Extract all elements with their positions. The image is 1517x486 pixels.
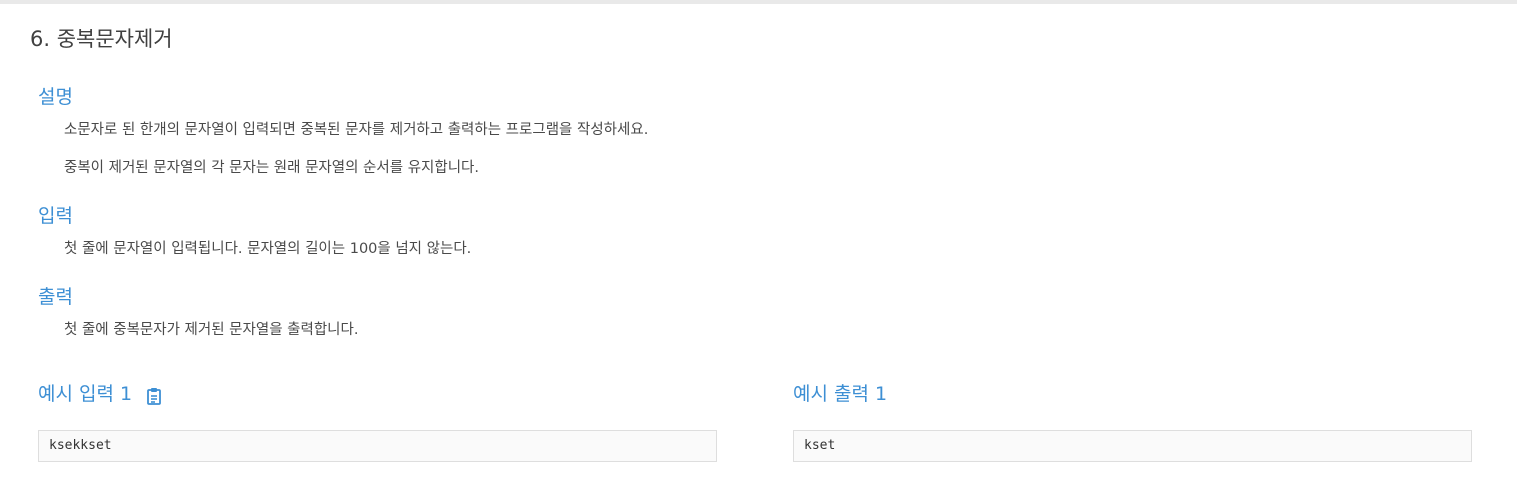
output-line-1: 첫 줄에 중복문자가 제거된 문자열을 출력합니다.	[64, 322, 359, 338]
input-heading: 입력	[38, 205, 73, 227]
example-input-box[interactable]: ksekkset	[38, 430, 717, 462]
input-line-1: 첫 줄에 문자열이 입력됩니다. 문자열의 길이는 100을 넘지 않는다.	[64, 241, 472, 257]
example-input-heading-label: 예시 입력 1	[38, 383, 133, 405]
problem-title: 6. 중복문자제거	[30, 27, 173, 51]
example-output-box[interactable]: kset	[793, 430, 1472, 462]
example-output-heading-label: 예시 출력 1	[793, 383, 888, 405]
example-output-heading: 예시 출력 1	[793, 380, 887, 408]
description-heading: 설명	[38, 86, 73, 108]
clipboard-icon[interactable]	[146, 385, 162, 405]
description-line-2: 중복이 제거된 문자열의 각 문자는 원래 문자열의 순서를 유지합니다.	[64, 160, 479, 176]
description-line-1: 소문자로 된 한개의 문자열이 입력되면 중복된 문자를 제거하고 출력하는 프…	[64, 122, 649, 138]
output-heading: 출력	[38, 286, 73, 308]
top-border	[0, 0, 1517, 4]
example-input-heading: 예시 입력 1	[38, 380, 162, 408]
